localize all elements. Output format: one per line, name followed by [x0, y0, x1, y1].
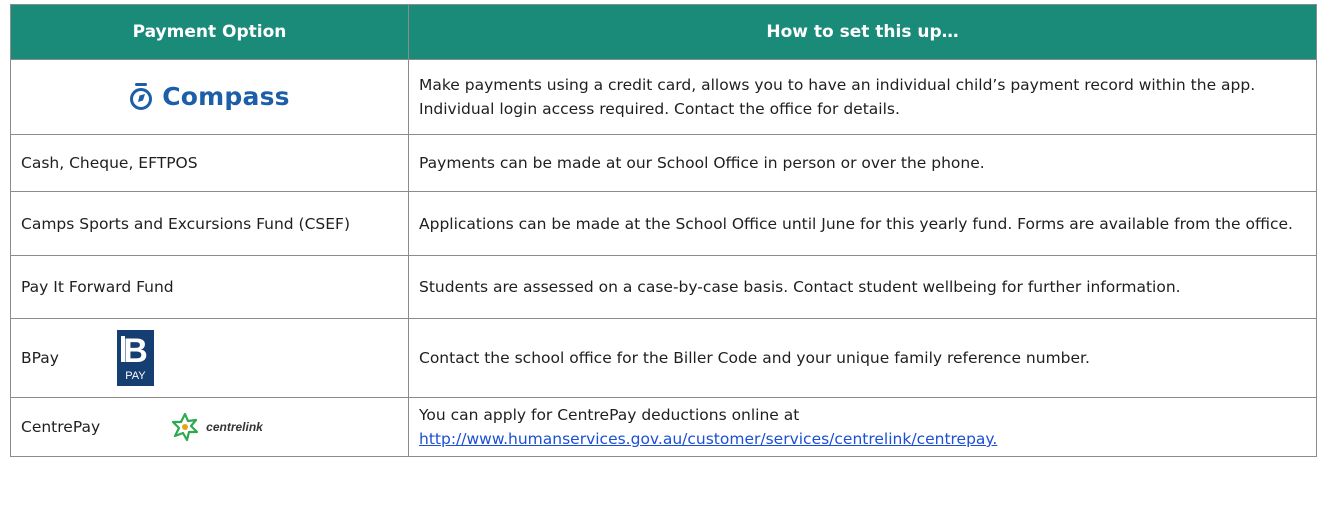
table-row-bpay: BPay B PAY Contact the school office for… [10, 318, 1317, 398]
option-cell: Camps Sports and Excursions Fund (CSEF) [10, 191, 409, 256]
header-row: Payment Option How to set this up… [10, 4, 1317, 60]
compass-logo-text: Compass [162, 82, 290, 111]
description-cell: Applications can be made at the School O… [408, 191, 1317, 256]
centrepay-description: You can apply for CentrePay deductions o… [419, 406, 800, 424]
option-cell: Pay It Forward Fund [10, 255, 409, 319]
centrelink-logo-icon [172, 412, 199, 442]
description-cell: Make payments using a credit card, allow… [408, 59, 1317, 135]
bpay-logo-b: B [123, 332, 148, 370]
option-cell: Cash, Cheque, EFTPOS [10, 134, 409, 192]
centrelink-logo: centrelink [170, 412, 263, 442]
option-label: BPay [21, 349, 59, 367]
table-row-pay-it-forward: Pay It Forward Fund Students are assesse… [10, 255, 1317, 319]
description-cell: Students are assessed on a case-by-case … [408, 255, 1317, 319]
compass-logo-icon [130, 83, 153, 110]
option-label: CentrePay [21, 418, 101, 436]
option-cell: CentrePay centrelink [10, 397, 409, 457]
table-row-cash: Cash, Cheque, EFTPOS Payments can be mad… [10, 134, 1317, 192]
payment-options-table: Payment Option How to set this up… Compa… [10, 4, 1317, 457]
description-cell: Payments can be made at our School Offic… [408, 134, 1317, 192]
description-cell: Contact the school office for the Biller… [408, 318, 1317, 398]
header-how-to-set-up: How to set this up… [408, 4, 1317, 60]
bpay-logo-bar [120, 336, 125, 362]
centrepay-link[interactable]: http://www.humanservices.gov.au/customer… [419, 430, 997, 448]
table-row-compass: Compass Make payments using a credit car… [10, 59, 1317, 135]
option-cell: BPay B PAY [10, 318, 409, 398]
centrelink-logo-text: centrelink [206, 420, 263, 434]
table-row-centrepay: CentrePay centrelink You can apply for C… [10, 397, 1317, 457]
bpay-logo-icon: B PAY [116, 330, 154, 386]
bpay-logo-text: PAY [125, 370, 146, 382]
header-payment-option: Payment Option [10, 4, 409, 60]
description-cell: You can apply for CentrePay deductions o… [408, 397, 1317, 457]
table-row-csef: Camps Sports and Excursions Fund (CSEF) … [10, 191, 1317, 256]
option-cell-compass: Compass [10, 59, 409, 135]
compass-logo: Compass [21, 83, 398, 111]
